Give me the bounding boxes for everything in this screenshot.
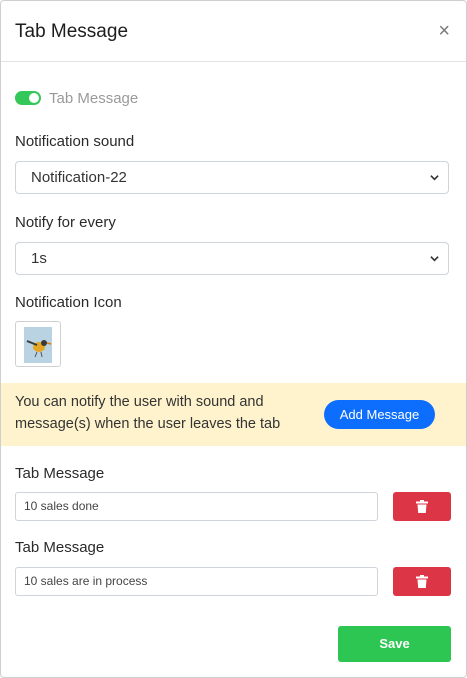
toggle-label: Tab Message <box>49 89 139 107</box>
toggle-knob <box>29 93 39 103</box>
notify-every-value: 1s <box>31 250 47 267</box>
trash-icon <box>416 500 428 513</box>
close-icon[interactable]: × <box>438 20 450 42</box>
tab-message-input-2[interactable]: 10 sales are in process <box>15 567 378 596</box>
tab-message-toggle-row: Tab Message <box>15 88 138 108</box>
save-button[interactable]: Save <box>338 626 451 662</box>
add-message-button[interactable]: Add Message <box>324 400 435 429</box>
notification-sound-select[interactable]: Notification-22 <box>15 161 449 194</box>
notification-sound-value: Notification-22 <box>31 169 127 186</box>
notification-icon-picker[interactable] <box>15 321 61 367</box>
banner-text: You can notify the user with sound and m… <box>15 394 281 432</box>
tab-message-dialog: Tab Message × Tab Message Notification s… <box>0 0 467 678</box>
chevron-down-icon <box>430 256 439 262</box>
notification-sound-label: Notification sound <box>15 133 135 150</box>
delete-message-button-2[interactable] <box>393 567 451 596</box>
chevron-down-icon <box>430 175 439 181</box>
tab-message-label-2: Tab Message <box>15 539 105 556</box>
notify-every-select[interactable]: 1s <box>15 242 449 275</box>
notify-every-label: Notify for every <box>15 214 116 231</box>
dialog-header: Tab Message × <box>1 1 466 62</box>
trash-icon <box>416 575 428 588</box>
tab-message-toggle[interactable] <box>15 91 41 105</box>
info-banner: You can notify the user with sound and m… <box>1 383 466 446</box>
delete-message-button-1[interactable] <box>393 492 451 521</box>
tab-message-label-1: Tab Message <box>15 465 105 482</box>
tab-message-input-1[interactable]: 10 sales done <box>15 492 378 521</box>
bird-icon <box>24 327 52 363</box>
notification-icon-label: Notification Icon <box>15 294 122 311</box>
dialog-title: Tab Message <box>15 21 129 42</box>
